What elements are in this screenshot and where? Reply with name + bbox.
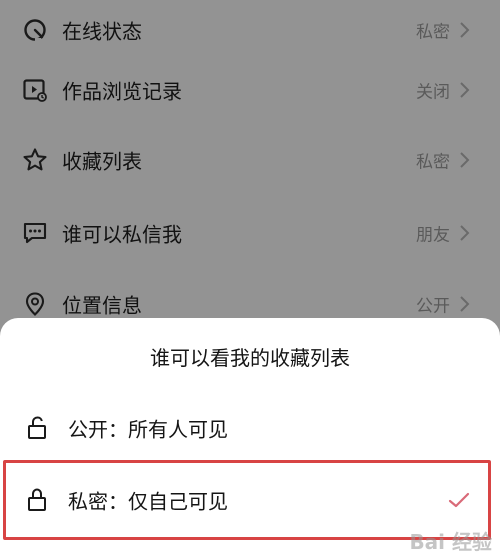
privacy-settings-screen: 在线状态 私密 作品浏览记录 关闭 收藏列表 私密 谁可以私信我 朋友 位置信息… bbox=[0, 0, 500, 559]
setting-label: 在线状态 bbox=[62, 19, 142, 44]
watermark: Bai 经验 bbox=[409, 530, 492, 554]
visibility-bottom-sheet: 谁可以看我的收藏列表 公开：所有人可见 私密：仅自己可见 bbox=[0, 318, 500, 559]
setting-row-who-can-message[interactable]: 谁可以私信我 朋友 bbox=[0, 203, 500, 263]
option-label: 公开：所有人可见 bbox=[68, 417, 228, 442]
chevron-right-icon bbox=[458, 20, 472, 40]
chevron-right-icon bbox=[458, 80, 472, 100]
setting-value: 私密 bbox=[416, 22, 450, 43]
setting-value: 私密 bbox=[416, 152, 450, 173]
message-icon bbox=[22, 220, 48, 246]
location-pin-icon bbox=[22, 291, 48, 317]
setting-label: 谁可以私信我 bbox=[62, 222, 182, 247]
sheet-title: 谁可以看我的收藏列表 bbox=[150, 346, 350, 370]
setting-value: 公开 bbox=[416, 296, 450, 317]
setting-value: 关闭 bbox=[416, 82, 450, 103]
chevron-right-icon bbox=[458, 223, 472, 243]
setting-row-view-history[interactable]: 作品浏览记录 关闭 bbox=[0, 60, 500, 120]
star-icon bbox=[22, 147, 48, 173]
chevron-right-icon bbox=[458, 294, 472, 314]
setting-label: 作品浏览记录 bbox=[62, 79, 182, 104]
unlock-icon bbox=[26, 415, 50, 441]
setting-value: 朋友 bbox=[416, 225, 450, 246]
setting-label: 位置信息 bbox=[62, 293, 142, 318]
video-history-icon bbox=[22, 77, 48, 103]
option-public[interactable]: 公开：所有人可见 bbox=[0, 392, 500, 464]
clock-circle-icon bbox=[22, 17, 48, 43]
chevron-right-icon bbox=[458, 150, 472, 170]
setting-row-favorites-list[interactable]: 收藏列表 私密 bbox=[0, 130, 500, 190]
setting-label: 收藏列表 bbox=[62, 149, 142, 174]
setting-row-online-status[interactable]: 在线状态 私密 bbox=[0, 0, 500, 60]
